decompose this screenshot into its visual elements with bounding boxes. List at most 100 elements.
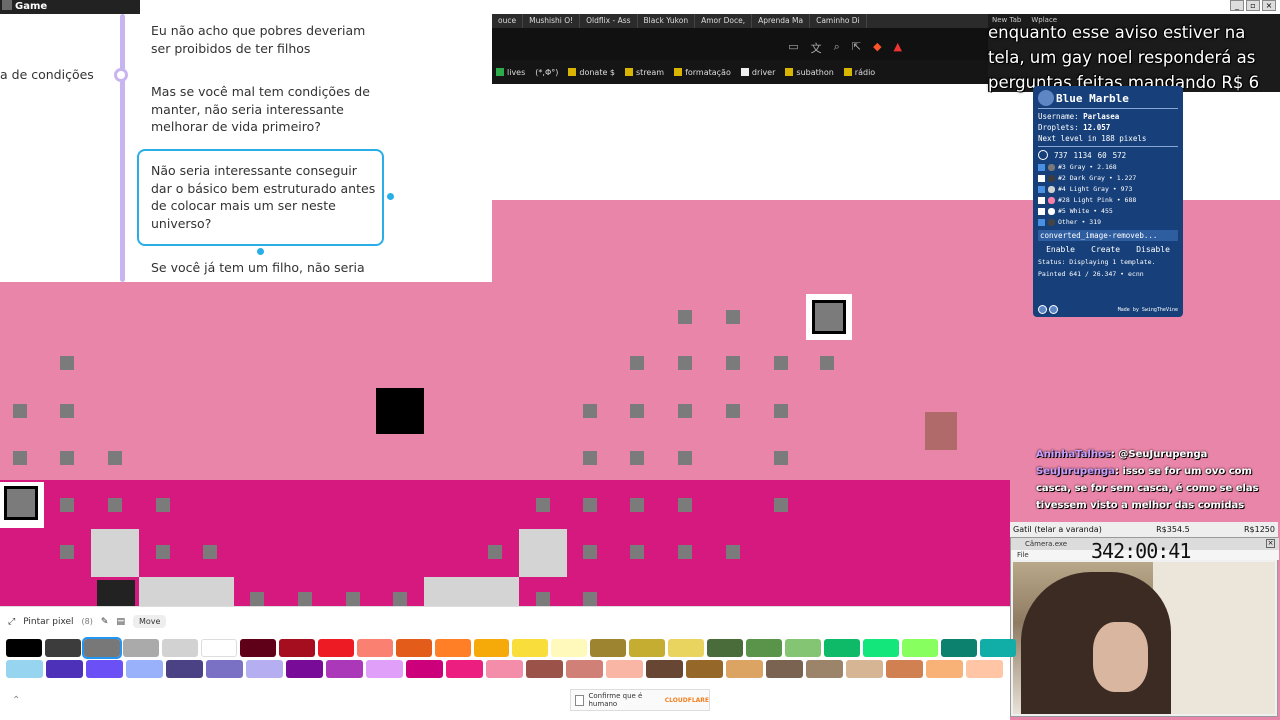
blue-marble-panel[interactable]: Blue Marble Username: Parlasea Droplets:… (1033, 86, 1183, 317)
selected-pixel-cursor[interactable] (806, 294, 852, 340)
palette-color-swatch[interactable] (206, 660, 243, 678)
palette-color-swatch[interactable] (446, 660, 483, 678)
palette-color-swatch[interactable] (356, 639, 393, 657)
bookmark-radio[interactable]: rádio (843, 68, 875, 77)
minimize-icon[interactable]: _ (1230, 0, 1244, 11)
palette-color-swatch[interactable] (629, 639, 666, 657)
palette-color-swatch[interactable] (326, 660, 363, 678)
color-filter-item[interactable]: #5 White • 455 (1038, 206, 1178, 216)
browser-tab[interactable]: Caminho Di (810, 14, 867, 28)
captcha-checkbox[interactable] (575, 694, 584, 706)
palette-color-swatch[interactable] (395, 639, 432, 657)
palette-color-swatch[interactable] (166, 660, 203, 678)
palette-color-swatch[interactable] (126, 660, 163, 678)
brave-shield-icon[interactable]: ◆ (873, 40, 881, 56)
palette-color-swatch[interactable] (486, 660, 523, 678)
coord-px-x[interactable]: 60 (1098, 151, 1107, 160)
bookmark-formatacao[interactable]: formatação (674, 68, 731, 77)
rewards-icon[interactable]: ▲ (894, 40, 902, 56)
coord-tile-x[interactable]: 737 (1054, 151, 1068, 160)
color-filter-item[interactable]: #4 Light Gray • 973 (1038, 184, 1178, 194)
palette-color-swatch[interactable] (824, 639, 861, 657)
share-icon[interactable]: ⇱ (852, 40, 861, 56)
browser-tab[interactable]: Aprenda Ma (752, 14, 811, 28)
create-button[interactable]: Create (1088, 244, 1123, 255)
color-filter-item[interactable]: #28 Light Pink • 688 (1038, 195, 1178, 205)
close-icon[interactable]: × (1266, 539, 1275, 548)
disable-button[interactable]: Disable (1133, 244, 1173, 255)
color-checkbox[interactable] (1038, 207, 1045, 215)
color-filter-item[interactable]: Other • 319 (1038, 217, 1178, 227)
palette-color-swatch[interactable] (286, 660, 323, 678)
palette-color-swatch[interactable] (46, 660, 83, 678)
mindmap-node-selected-text[interactable]: Não seria interessante conseguir dar o b… (151, 162, 376, 232)
palette-color-swatch[interactable] (746, 639, 783, 657)
browser-tab[interactable]: ouce (492, 14, 524, 28)
palette-color-swatch[interactable] (526, 660, 563, 678)
color-filter-item[interactable]: #3 Gray • 2.168 (1038, 162, 1178, 172)
color-filter-item[interactable]: #2 Dark Gray • 1.227 (1038, 173, 1178, 183)
browser-tab[interactable]: Oldflix - Ass (580, 14, 638, 28)
pin-icon[interactable] (1038, 150, 1048, 160)
palette-color-swatch[interactable] (785, 639, 822, 657)
palette-color-swatch[interactable] (512, 639, 549, 657)
palette-color-swatch[interactable] (886, 660, 923, 678)
palette-color-swatch[interactable] (686, 660, 723, 678)
move-button[interactable]: Move (132, 615, 167, 628)
palette-color-swatch[interactable] (606, 660, 643, 678)
palette-color-swatch[interactable] (590, 639, 627, 657)
palette-color-swatch[interactable] (6, 660, 43, 678)
palette-color-swatch[interactable] (668, 639, 705, 657)
template-file-input[interactable]: converted_image-removeb... (1038, 230, 1178, 241)
color-checkbox[interactable] (1038, 196, 1045, 204)
expand-icon[interactable]: ⤢ (8, 617, 15, 627)
translate-icon[interactable]: 文 (811, 40, 822, 56)
mindmap-node[interactable]: Se você já tem um filho, não seria (151, 259, 381, 277)
palette-color-swatch[interactable] (86, 660, 123, 678)
enable-button[interactable]: Enable (1043, 244, 1078, 255)
pencil-icon[interactable]: ✎ (101, 617, 109, 627)
palette-color-swatch[interactable] (317, 639, 354, 657)
zoom-icon[interactable]: ⌕ (834, 40, 840, 56)
palette-color-swatch[interactable] (901, 639, 938, 657)
palette-color-swatch[interactable] (726, 660, 763, 678)
palette-color-swatch[interactable] (246, 660, 283, 678)
move-panel-icon[interactable] (1049, 305, 1058, 314)
palette-color-swatch[interactable] (239, 639, 276, 657)
palette-color-swatch[interactable] (566, 660, 603, 678)
color-checkbox[interactable] (1038, 174, 1045, 182)
bookmark-driver[interactable]: driver (740, 68, 775, 77)
bookmark-subathon[interactable]: subathon (785, 68, 834, 77)
save-icon[interactable]: ▤ (116, 617, 125, 627)
resize-handle[interactable] (387, 193, 394, 200)
palette-color-swatch[interactable] (979, 639, 1016, 657)
mindmap-node[interactable]: Mas se você mal tem condições de manter,… (151, 83, 381, 136)
palette-color-swatch[interactable] (278, 639, 315, 657)
palette-color-swatch[interactable] (966, 660, 1003, 678)
coord-px-y[interactable]: 572 (1113, 151, 1127, 160)
palette-color-swatch[interactable] (366, 660, 403, 678)
bookmark-lives[interactable]: lives (496, 68, 525, 77)
browser-tab[interactable]: Amor Doce, (695, 14, 753, 28)
bookmark-face[interactable]: (*,Φ°) (535, 68, 558, 77)
palette-color-swatch[interactable] (926, 660, 963, 678)
browser-tab[interactable]: Black Yukon (638, 14, 696, 28)
palette-color-swatch[interactable] (200, 639, 237, 657)
palette-color-swatch[interactable] (940, 639, 977, 657)
close-icon[interactable]: × (1262, 0, 1276, 11)
palette-color-swatch[interactable] (766, 660, 803, 678)
minimize-panel-icon[interactable] (1038, 305, 1047, 314)
palette-color-swatch[interactable] (81, 637, 122, 659)
color-checkbox[interactable] (1038, 185, 1045, 193)
screenshot-icon[interactable]: ▭ (788, 40, 798, 56)
maximize-icon[interactable]: ▫ (1246, 0, 1260, 11)
palette-color-swatch[interactable] (846, 660, 883, 678)
palette-color-swatch[interactable] (122, 639, 159, 657)
bookmark-donate[interactable]: donate $ (568, 68, 615, 77)
palette-color-swatch[interactable] (863, 639, 899, 657)
color-checkbox[interactable] (1038, 163, 1045, 171)
palette-color-swatch[interactable] (551, 639, 588, 657)
mindmap-node[interactable]: Eu não acho que pobres deveriam ser proi… (151, 22, 381, 57)
palette-color-swatch[interactable] (473, 639, 510, 657)
palette-color-swatch[interactable] (44, 639, 81, 657)
